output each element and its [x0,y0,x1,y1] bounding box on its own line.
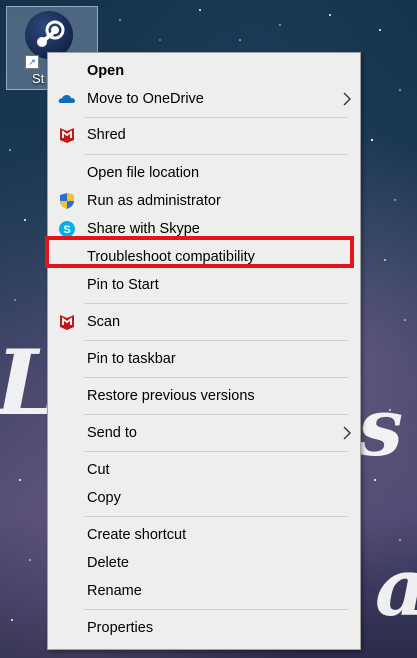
menu-item-run-as-administrator[interactable]: Run as administrator [50,187,358,215]
menu-item-label: Open [87,63,125,79]
mcafee-icon [60,128,74,143]
uac-shield-icon [60,193,74,209]
menu-item-delete[interactable]: Delete [50,549,358,577]
menu-item-pin-to-taskbar[interactable]: Pin to taskbar [50,345,358,373]
menu-item-label: Pin to Start [87,277,159,293]
menu-item-label: Troubleshoot compatibility [87,249,255,265]
menu-separator [84,303,348,304]
chevron-right-icon [343,426,351,440]
wallpaper-script-right: s [358,380,404,474]
menu-item-properties[interactable]: Properties [50,614,358,642]
menu-separator [84,516,348,517]
menu-item-label: Properties [87,620,154,636]
menu-item-send-to[interactable]: Send to [50,419,358,447]
menu-item-scan[interactable]: Scan [50,308,358,336]
menu-separator [84,609,348,610]
menu-item-shred[interactable]: Shred [50,121,358,149]
menu-item-create-shortcut[interactable]: Create shortcut [50,521,358,549]
menu-item-label: Scan [87,314,121,330]
menu-item-copy[interactable]: Copy [50,484,358,512]
menu-item-pin-to-start[interactable]: Pin to Start [50,271,358,299]
menu-separator [84,154,348,155]
menu-item-label: Shred [87,127,126,143]
menu-item-rename[interactable]: Rename [50,577,358,605]
menu-item-open[interactable]: Open [50,57,358,85]
menu-item-cut[interactable]: Cut [50,456,358,484]
menu-separator [84,414,348,415]
menu-item-label: Run as administrator [87,193,221,209]
skype-icon: S [59,221,75,237]
menu-item-troubleshoot-compatibility[interactable]: Troubleshoot compatibility [50,243,358,271]
menu-item-label: Restore previous versions [87,388,255,404]
onedrive-icon [58,95,75,103]
svg-text:S: S [63,224,70,236]
menu-separator [84,451,348,452]
menu-item-label: Rename [87,583,142,599]
menu-separator [84,340,348,341]
menu-item-label: Open file location [87,165,200,181]
chevron-right-icon [343,92,351,106]
menu-separator [84,117,348,118]
menu-item-label: Move to OneDrive [87,91,204,107]
menu-item-label: Delete [87,555,129,571]
menu-item-label: Pin to taskbar [87,351,176,367]
menu-item-label: Cut [87,462,110,478]
menu-item-restore-previous-versions[interactable]: Restore previous versions [50,382,358,410]
menu-item-label: Send to [87,425,137,441]
shortcut-arrow-icon: ↗ [25,55,39,69]
mcafee-icon [60,315,74,330]
menu-item-label: Share with Skype [87,221,200,237]
menu-item-label: Copy [87,490,121,506]
menu-item-label: Create shortcut [87,527,187,543]
context-menu: Open Move to OneDrive Shred Open file lo… [47,52,361,650]
wallpaper-script-bottom: a [375,540,417,634]
menu-item-move-to-onedrive[interactable]: Move to OneDrive [50,85,358,113]
menu-item-open-file-location[interactable]: Open file location [50,159,358,187]
desktop-icon-label: St [32,71,45,86]
menu-item-share-with-skype[interactable]: S Share with Skype [50,215,358,243]
menu-separator [84,377,348,378]
